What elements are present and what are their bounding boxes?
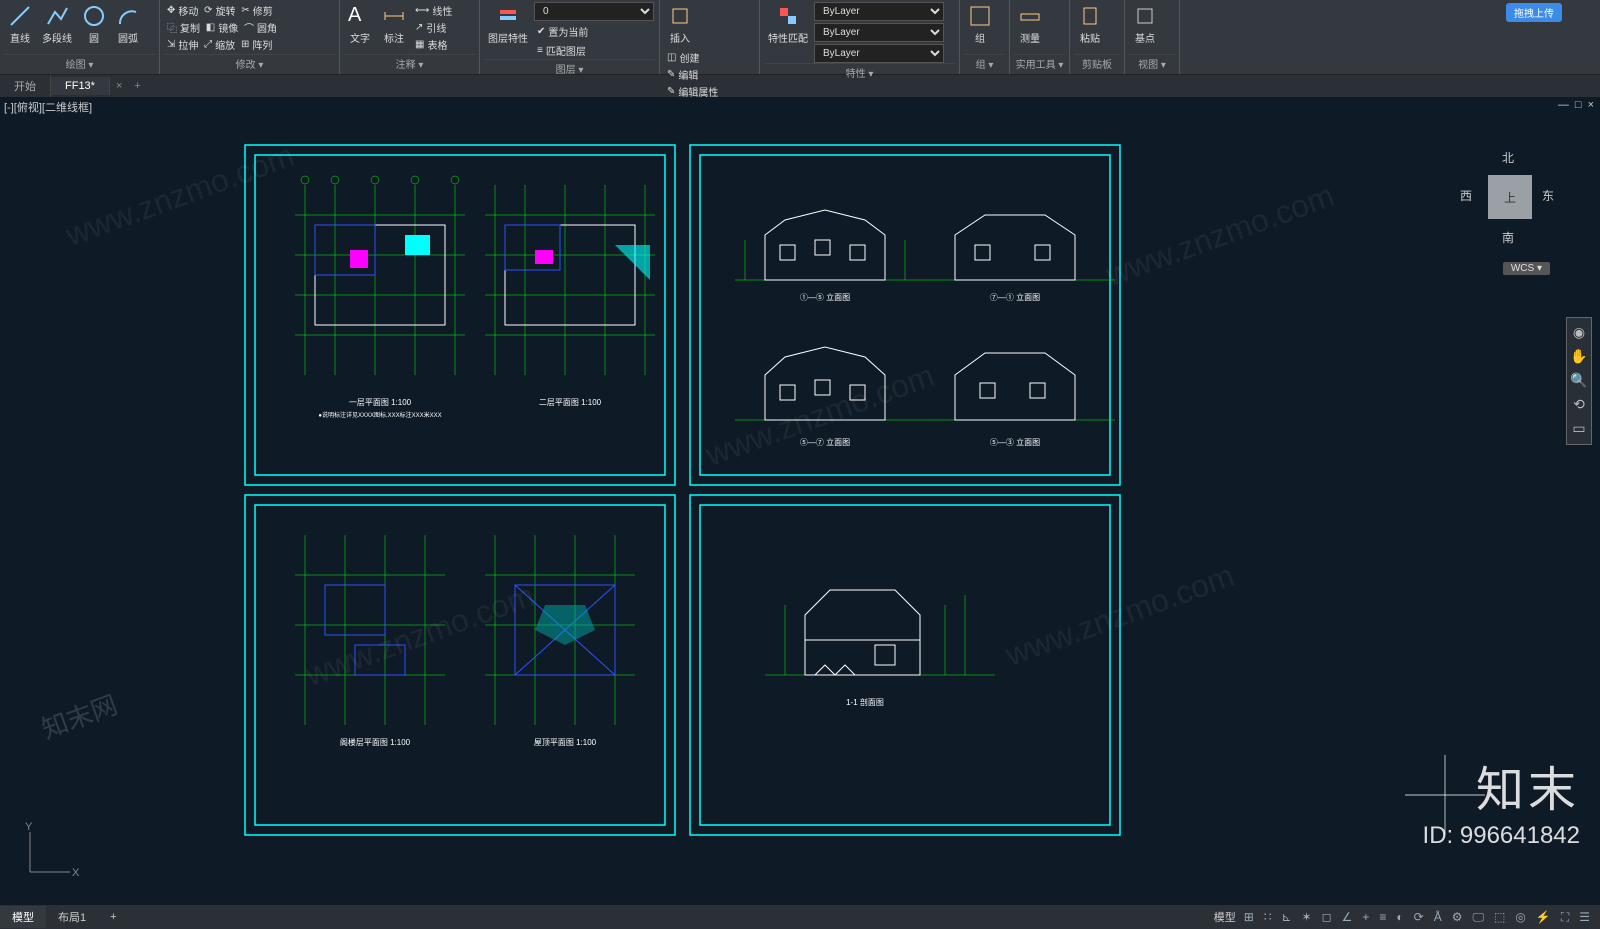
view-panel-title[interactable]: 视图 ▾ [1129,54,1175,72]
util-panel-title[interactable]: 实用工具 ▾ [1014,54,1065,72]
table-button[interactable]: ▦ 表格 [412,36,455,53]
snap-icon[interactable]: ∷ [1262,910,1274,924]
wcs-badge[interactable]: WCS ▾ [1503,262,1550,275]
insert-button[interactable]: 插入 [664,2,696,47]
units-icon[interactable]: ⬚ [1492,910,1507,924]
layer-selector[interactable]: 0 [534,2,654,21]
lweight-icon[interactable]: ≡ [1377,910,1388,924]
cycle-icon[interactable]: ⟳ [1412,910,1426,924]
block-create[interactable]: ◫ 创建 [664,49,721,66]
nav-zoom-icon[interactable]: 🔍 [1570,372,1588,390]
grid-icon[interactable]: ⊞ [1242,910,1256,924]
ws-icon[interactable]: ⚙ [1450,910,1465,924]
svg-text:二层平面图 1:100: 二层平面图 1:100 [539,398,602,407]
vp-min-icon[interactable]: — [1558,99,1569,111]
layer-set-current[interactable]: ✔ 置为当前 [534,23,654,40]
move-button[interactable]: ✥ 移动 ⟳ 旋转 ✂ 修剪 [164,2,276,19]
svg-text:X: X [72,867,80,879]
isolate-icon[interactable]: ◎ [1513,910,1527,924]
viewport[interactable]: [-][俯视][二维线框] — □ × 一层平面图 1:100 [0,97,1600,905]
linetype-selector[interactable]: ByLayer [814,23,944,42]
prop-panel-title[interactable]: 特性 ▾ [764,63,955,81]
svg-text:●说明标注详见XXXX图标,XXX标注XXX米XXX: ●说明标注详见XXXX图标,XXX标注XXX米XXX [318,411,441,419]
layer-props-button[interactable]: 图层特性 [484,2,532,47]
tab-new-icon[interactable]: + [128,80,146,92]
viewport-label[interactable]: [-][俯视][二维线框] [4,99,92,115]
leader-button[interactable]: ↗ 引线 [412,19,455,36]
svg-text:⑤—⑦ 立面图: ⑤—⑦ 立面图 [800,437,850,447]
hw-icon[interactable]: ⚡ [1534,910,1553,924]
annotate-panel-title[interactable]: 注释 ▾ [344,54,475,72]
svg-text:Y: Y [25,822,33,833]
clean-icon[interactable]: ⛶ [1559,910,1571,925]
linear-button[interactable]: ⟷ 线性 [412,2,455,19]
polar-icon[interactable]: ✶ [1300,910,1314,924]
viewcube-east[interactable]: 东 [1542,187,1554,204]
ucs-icon[interactable]: XY [20,822,80,885]
modelspace-label[interactable]: 模型 [1214,909,1236,925]
baseview-button[interactable]: 基点 [1129,2,1161,47]
clip-panel-title[interactable]: 剪贴板 [1074,54,1120,72]
dyn-icon[interactable]: + [1360,910,1371,924]
viewcube[interactable]: 上 北 南 西 东 [1450,137,1570,257]
tab-file[interactable]: FF13* [51,77,110,95]
group-button[interactable]: 组 [964,2,996,47]
monitor-icon[interactable]: 🖵 [1470,910,1486,925]
circle-button[interactable]: 圆 [78,2,110,47]
arc-button[interactable]: 圆弧 [112,2,144,47]
drawing-canvas[interactable]: 一层平面图 1:100 ●说明标注详见XXXX图标,XXX标注XXX米XXX 二… [10,115,1560,895]
svg-text:屋顶平面图 1:100: 屋顶平面图 1:100 [534,738,597,747]
stretch-button[interactable]: ⇲ 拉伸 ⤢ 缩放 ⊞ 阵列 [164,36,275,53]
nav-showmotion-icon[interactable]: ▭ [1570,420,1588,438]
svg-text:①—⑤ 立面图: ①—⑤ 立面图 [800,292,850,302]
dimension-button[interactable]: 标注 [378,2,410,47]
upload-badge: 拖拽上传 [1506,3,1562,22]
layer-panel-title[interactable]: 图层 ▾ [484,59,655,77]
copy-button[interactable]: ⿻ 复制 ◧ 镜像 ⌒ 圆角 [164,19,280,36]
status-bar: 模型 布局1 + 模型 ⊞ ∷ ⊾ ✶ ◻ ∠ + ≡ ◐ ⟳ Å ⚙ 🖵 ⬚ … [0,905,1600,929]
measure-button[interactable]: 测量 [1014,2,1046,47]
viewcube-west[interactable]: 西 [1460,187,1472,204]
transp-icon[interactable]: ◐ [1394,910,1405,924]
viewcube-south[interactable]: 南 [1502,229,1514,246]
nav-bar: ◉ ✋ 🔍 ⟲ ▭ [1566,317,1592,445]
svg-text:阁楼层平面图 1:100: 阁楼层平面图 1:100 [340,737,411,747]
svg-text:⑤—③ 立面图: ⑤—③ 立面图 [990,437,1040,447]
viewcube-top[interactable]: 上 [1488,175,1532,219]
color-selector[interactable]: ByLayer [814,2,944,21]
matchprop-button[interactable]: 特性匹配 [764,2,812,47]
viewport-controls: — □ × [1558,99,1594,111]
draw-panel-title[interactable]: 绘图 ▾ [4,54,155,72]
lineweight-selector[interactable]: ByLayer [814,44,944,63]
otrack-icon[interactable]: ∠ [1340,910,1355,924]
paste-button[interactable]: 粘贴 [1074,2,1106,47]
group-panel-title[interactable]: 组 ▾ [964,54,1005,72]
nav-pan-icon[interactable]: ✋ [1570,348,1588,366]
model-tab[interactable]: 模型 [0,906,46,928]
svg-text:1-1 剖面图: 1-1 剖面图 [846,697,884,707]
ribbon: 直线 多段线 圆 圆弧 绘图 ▾ ✥ 移动 ⟳ 旋转 ✂ 修剪 ⿻ 复制 ◧ 镜… [0,0,1600,75]
add-layout-tab[interactable]: + [98,908,128,926]
nav-wheel-icon[interactable]: ◉ [1570,324,1588,342]
modify-panel-title[interactable]: 修改 ▾ [164,54,335,72]
tab-close-icon[interactable]: × [110,80,128,92]
tab-start[interactable]: 开始 [0,75,51,97]
custom-icon[interactable]: ☰ [1577,910,1592,924]
vp-close-icon[interactable]: × [1588,99,1594,111]
osnap-icon[interactable]: ◻ [1320,910,1334,924]
svg-text:一层平面图 1:100: 一层平面图 1:100 [349,398,412,407]
polyline-button[interactable]: 多段线 [38,2,76,47]
layer-match[interactable]: ≡ 匹配图层 [534,42,654,59]
viewcube-north[interactable]: 北 [1502,149,1514,166]
block-edit[interactable]: ✎ 编辑 [664,66,721,83]
svg-text:⑦—① 立面图: ⑦—① 立面图 [990,292,1040,302]
layout1-tab[interactable]: 布局1 [46,906,98,928]
anno-icon[interactable]: Å [1432,910,1444,924]
text-button[interactable]: A文字 [344,2,376,47]
line-button[interactable]: 直线 [4,2,36,47]
nav-orbit-icon[interactable]: ⟲ [1570,396,1588,414]
ortho-icon[interactable]: ⊾ [1279,910,1293,924]
vp-max-icon[interactable]: □ [1575,99,1582,111]
